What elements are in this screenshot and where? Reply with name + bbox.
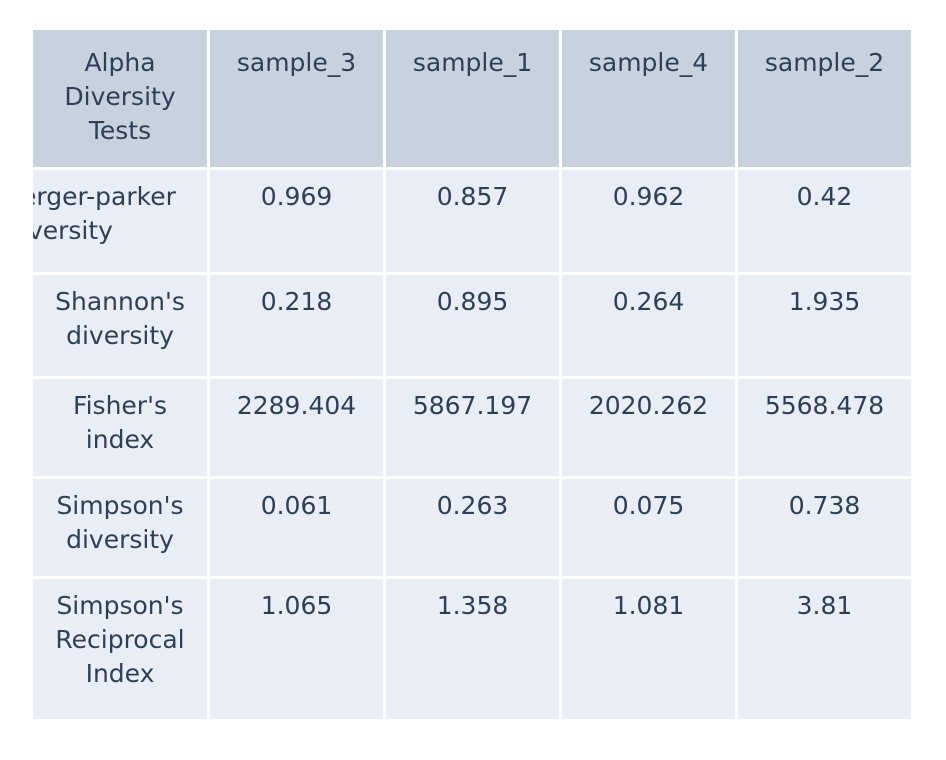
row-label-text: erger-parker iversity [33,182,176,245]
cell-fishers-sample-2: 5568.478 [738,379,911,476]
cell-berger-parker-sample-1: 0.857 [386,170,559,272]
cell-shannons-sample-4: 0.264 [562,275,735,376]
column-header-sample-1: sample_1 [386,30,559,167]
cell-simpsons-sample-3: 0.061 [210,479,383,576]
cell-shannons-sample-3: 0.218 [210,275,383,376]
table-row: Fisher's index 2289.404 5867.197 2020.26… [33,379,911,476]
cell-simpsons-sample-2: 0.738 [738,479,911,576]
cell-fishers-sample-4: 2020.262 [562,379,735,476]
cell-simpsons-sample-4: 0.075 [562,479,735,576]
header-row: Alpha Diversity Tests sample_3 sample_1 … [33,30,911,167]
cell-berger-parker-sample-4: 0.962 [562,170,735,272]
cell-simpsons-reciprocal-sample-4: 1.081 [562,579,735,719]
table-header: Alpha Diversity Tests sample_3 sample_1 … [33,30,911,167]
row-label-fishers-index: Fisher's index [33,379,207,476]
row-label-berger-parker-diversity: erger-parker iversity [33,170,207,272]
table-body: erger-parker iversity 0.969 0.857 0.962 … [33,170,911,719]
cell-fishers-sample-1: 5867.197 [386,379,559,476]
table-row: Simpson's diversity 0.061 0.263 0.075 0.… [33,479,911,576]
cell-berger-parker-sample-2: 0.42 [738,170,911,272]
cell-berger-parker-sample-3: 0.969 [210,170,383,272]
row-label-simpsons-reciprocal-index: Simpson's Reciprocal Index [33,579,207,719]
column-header-sample-4: sample_4 [562,30,735,167]
table-row: Shannon's diversity 0.218 0.895 0.264 1.… [33,275,911,376]
column-header-sample-3: sample_3 [210,30,383,167]
cell-fishers-sample-3: 2289.404 [210,379,383,476]
cell-simpsons-reciprocal-sample-2: 3.81 [738,579,911,719]
row-label-simpsons-diversity: Simpson's diversity [33,479,207,576]
cell-simpsons-reciprocal-sample-1: 1.358 [386,579,559,719]
cell-simpsons-sample-1: 0.263 [386,479,559,576]
cell-shannons-sample-2: 1.935 [738,275,911,376]
column-header-alpha-diversity-tests: Alpha Diversity Tests [33,30,207,167]
table-row: erger-parker iversity 0.969 0.857 0.962 … [33,170,911,272]
alpha-diversity-table: Alpha Diversity Tests sample_3 sample_1 … [30,27,914,722]
column-header-sample-2: sample_2 [738,30,911,167]
row-label-shannons-diversity: Shannon's diversity [33,275,207,376]
cell-shannons-sample-1: 0.895 [386,275,559,376]
cell-simpsons-reciprocal-sample-3: 1.065 [210,579,383,719]
table-row: Simpson's Reciprocal Index 1.065 1.358 1… [33,579,911,719]
alpha-diversity-table-container: Alpha Diversity Tests sample_3 sample_1 … [33,30,913,719]
